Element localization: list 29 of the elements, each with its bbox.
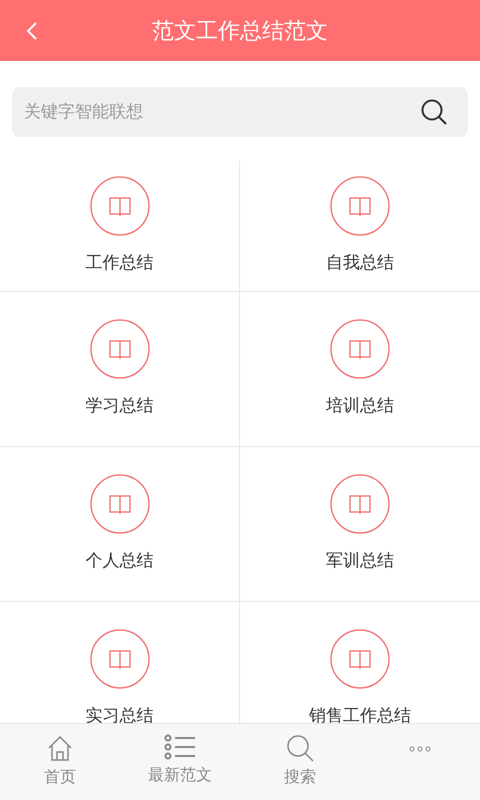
category-tile[interactable]: 工作总结 bbox=[0, 161, 240, 291]
book-icon bbox=[330, 474, 390, 534]
book-icon bbox=[90, 474, 150, 534]
home-icon bbox=[46, 734, 74, 762]
category-label: 学习总结 bbox=[86, 395, 154, 418]
book-icon bbox=[330, 629, 390, 690]
book-icon bbox=[330, 176, 390, 236]
more-icon bbox=[409, 746, 431, 752]
book-icon bbox=[330, 319, 390, 380]
book-icon bbox=[90, 319, 150, 380]
category-tile[interactable]: 自我总结 bbox=[240, 161, 480, 291]
category-tile[interactable]: 培训总结 bbox=[240, 292, 480, 446]
category-tile[interactable]: 军训总结 bbox=[240, 447, 480, 601]
category-label: 自我总结 bbox=[326, 252, 394, 274]
search-icon bbox=[286, 734, 314, 762]
category-label: 军训总结 bbox=[326, 550, 394, 572]
back-icon bbox=[25, 20, 39, 42]
page-title: 范文工作总结范文 bbox=[151, 17, 329, 45]
category-tile[interactable]: 个人总结 bbox=[0, 447, 240, 601]
category-label: 培训总结 bbox=[326, 395, 394, 418]
category-label: 个人总结 bbox=[86, 550, 154, 572]
list-icon bbox=[164, 734, 196, 760]
search-icon[interactable] bbox=[420, 98, 448, 126]
category-tile[interactable]: 学习总结 bbox=[0, 292, 240, 446]
search-bar[interactable]: 关键字智能联想 bbox=[12, 87, 468, 137]
book-icon bbox=[90, 176, 150, 236]
category-label: 工作总结 bbox=[86, 252, 154, 274]
book-icon bbox=[90, 629, 150, 690]
search-field[interactable]: 关键字智能联想 bbox=[24, 99, 420, 125]
